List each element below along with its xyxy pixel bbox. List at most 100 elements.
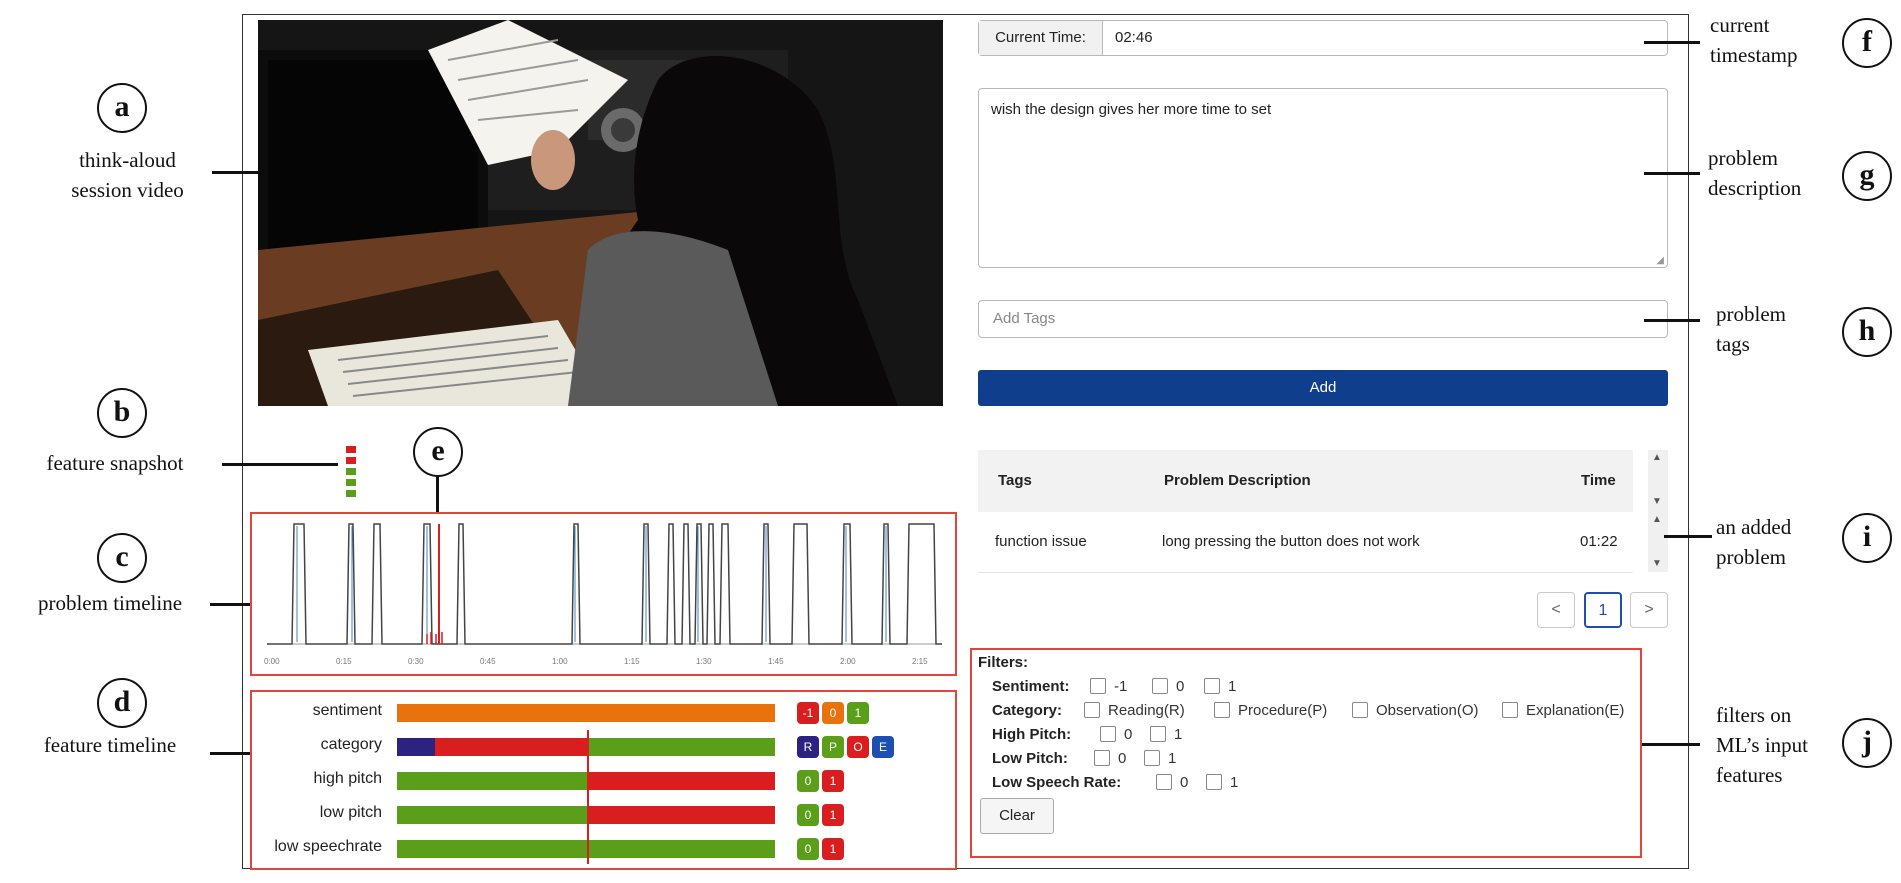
- problem-description-text: wish the design gives her more time to s…: [991, 101, 1272, 118]
- add-tags-input[interactable]: Add Tags: [978, 300, 1668, 338]
- filter-low-pitch-0[interactable]: 0: [1094, 750, 1126, 767]
- category-badge-o[interactable]: O: [847, 736, 869, 758]
- pagination-next[interactable]: >: [1630, 592, 1668, 628]
- snapshot-category: [346, 457, 356, 464]
- filter-high-pitch-1[interactable]: 1: [1150, 726, 1182, 743]
- checkbox[interactable]: [1152, 678, 1168, 694]
- checkbox[interactable]: [1352, 702, 1368, 718]
- tick-0: 0:00: [264, 657, 280, 666]
- filter-high-pitch-0[interactable]: 0: [1100, 726, 1132, 743]
- filter-category-explanation[interactable]: Explanation(E): [1502, 702, 1624, 719]
- pagination-current[interactable]: 1: [1584, 592, 1622, 628]
- annotation-h-line1: problem: [1716, 302, 1786, 326]
- low-pitch-badge-1[interactable]: 1: [822, 804, 844, 826]
- filter-low-speech-rate-1[interactable]: 1: [1206, 774, 1238, 791]
- option-label: Observation(O): [1376, 702, 1479, 719]
- option-label: Explanation(E): [1526, 702, 1625, 719]
- problem-timeline[interactable]: 0:00 0:15 0:30 0:45 1:00 1:15 1:30 1:45 …: [250, 512, 957, 676]
- filter-low-speech-rate-0[interactable]: 0: [1156, 774, 1188, 791]
- problem-description-input[interactable]: wish the design gives her more time to s…: [978, 88, 1668, 268]
- filter-low-pitch-1[interactable]: 1: [1144, 750, 1176, 767]
- checkbox[interactable]: [1090, 678, 1106, 694]
- add-button[interactable]: Add: [978, 370, 1668, 406]
- sentiment-bar: [397, 704, 775, 722]
- annotation-b-marker: b: [97, 388, 147, 438]
- low-pitch-badge-0[interactable]: 0: [797, 804, 819, 826]
- option-label: 0: [1124, 726, 1133, 743]
- annotation-f-pointer: [1644, 41, 1700, 44]
- snapshot-sentiment: [346, 446, 356, 453]
- low-speechrate-badge-0[interactable]: 0: [797, 838, 819, 860]
- category-bar-segment-observation: [435, 738, 587, 756]
- table-header-tags[interactable]: Tags: [998, 472, 1032, 489]
- annotation-f-line1: current: [1710, 13, 1770, 37]
- filter-sentiment-neg[interactable]: -1: [1090, 678, 1127, 695]
- category-badge-e[interactable]: E: [872, 736, 894, 758]
- snapshot-low-pitch: [346, 479, 356, 486]
- tick-7: 1:45: [768, 657, 784, 666]
- checkbox[interactable]: [1150, 726, 1166, 742]
- clear-button[interactable]: Clear: [980, 798, 1054, 834]
- snapshot-low-speechrate: [346, 490, 356, 497]
- checkbox[interactable]: [1214, 702, 1230, 718]
- table-header-description[interactable]: Problem Description: [1164, 472, 1311, 489]
- checkbox[interactable]: [1206, 774, 1222, 790]
- current-time-value: 02:46: [1115, 29, 1153, 46]
- checkbox[interactable]: [1204, 678, 1220, 694]
- annotation-f-marker: f: [1842, 18, 1892, 68]
- sentiment-badge-pos[interactable]: 1: [847, 702, 869, 724]
- scroll-down-icon-2[interactable]: ▼: [1652, 558, 1662, 569]
- feature-timeline[interactable]: sentiment category high pitch low pitch …: [250, 690, 957, 870]
- feature-label-high-pitch: high pitch: [313, 770, 383, 787]
- scroll-down-icon[interactable]: ▼: [1652, 496, 1662, 507]
- scroll-up-icon-2[interactable]: ▲: [1652, 514, 1662, 525]
- annotation-h-label: problem tags: [1716, 299, 1816, 359]
- annotation-g-label: problem description: [1708, 143, 1838, 203]
- checkbox[interactable]: [1502, 702, 1518, 718]
- pagination-prev[interactable]: <: [1537, 592, 1575, 628]
- category-badge-r[interactable]: R: [797, 736, 819, 758]
- annotation-f-line2: timestamp: [1710, 43, 1798, 67]
- high-pitch-bar-high: [587, 772, 775, 790]
- annotation-j-label: filters on ML’s input features: [1716, 700, 1836, 790]
- annotation-i-line1: an added: [1716, 515, 1792, 539]
- annotation-d-marker: d: [97, 678, 147, 728]
- resize-handle-icon[interactable]: ◢: [1656, 255, 1664, 266]
- annotation-e-pointer: [436, 477, 439, 513]
- option-label: 1: [1174, 726, 1183, 743]
- annotation-a-label: think-aloud session video: [40, 145, 215, 205]
- filter-sentiment-pos[interactable]: 1: [1204, 678, 1236, 695]
- table-scrollbar[interactable]: ▲ ▼ ▲ ▼: [1648, 450, 1668, 572]
- scroll-up-icon[interactable]: ▲: [1652, 452, 1662, 463]
- annotation-e-marker: e: [413, 427, 463, 477]
- filters-title: Filters:: [978, 654, 1029, 671]
- high-pitch-badge-1[interactable]: 1: [822, 770, 844, 792]
- current-time-label: Current Time:: [979, 21, 1103, 55]
- table-header-time[interactable]: Time: [1581, 472, 1616, 489]
- annotation-i-label: an added problem: [1716, 512, 1826, 572]
- checkbox[interactable]: [1100, 726, 1116, 742]
- checkbox[interactable]: [1156, 774, 1172, 790]
- filter-category-observation[interactable]: Observation(O): [1352, 702, 1479, 719]
- session-video[interactable]: [258, 20, 943, 406]
- filter-sentiment-zero[interactable]: 0: [1152, 678, 1184, 695]
- filter-low-speech-rate-label: Low Speech Rate:: [992, 774, 1122, 791]
- filters-panel: Filters: Sentiment: -1 0 1 Category: Rea…: [970, 648, 1642, 858]
- row-time: 01:22: [1580, 533, 1618, 550]
- problem-timeline-axis: 0:00 0:15 0:30 0:45 1:00 1:15 1:30 1:45 …: [264, 657, 928, 666]
- checkbox[interactable]: [1094, 750, 1110, 766]
- high-pitch-badge-0[interactable]: 0: [797, 770, 819, 792]
- tick-2: 0:30: [408, 657, 424, 666]
- filter-category-procedure[interactable]: Procedure(P): [1214, 702, 1327, 719]
- feature-timeline-cursor[interactable]: [587, 730, 589, 864]
- sentiment-badge-neutral[interactable]: 0: [822, 702, 844, 724]
- checkbox[interactable]: [1144, 750, 1160, 766]
- annotation-a-marker: a: [97, 83, 147, 133]
- low-speechrate-badge-1[interactable]: 1: [822, 838, 844, 860]
- sentiment-badge-neg[interactable]: -1: [797, 702, 819, 724]
- category-badge-p[interactable]: P: [822, 736, 844, 758]
- checkbox[interactable]: [1084, 702, 1100, 718]
- filter-category-reading[interactable]: Reading(R): [1084, 702, 1185, 719]
- annotation-j-marker: j: [1842, 718, 1892, 768]
- option-label: 1: [1228, 678, 1237, 695]
